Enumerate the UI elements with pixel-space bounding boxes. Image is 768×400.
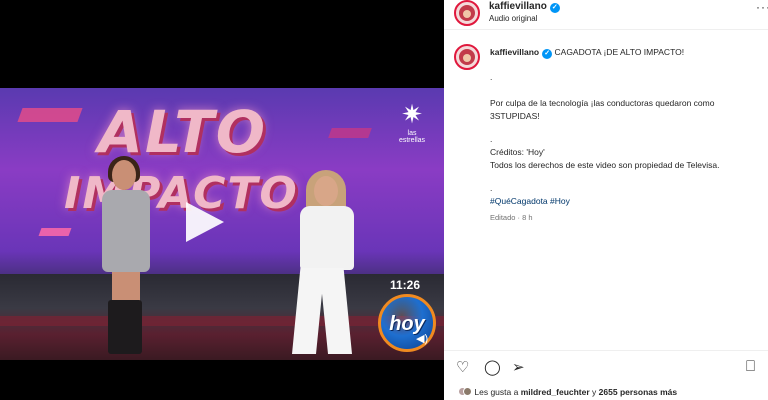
background-shard xyxy=(17,108,83,122)
likes-prefix: Les gusta a xyxy=(474,387,519,397)
instagram-post-modal: ALTO IMPACTO ✷ las estrellas 11:26 hoy ◀… xyxy=(0,0,768,400)
caption-rights: Todos los derechos de este video son pro… xyxy=(490,160,720,170)
caption-title: CAGADOTA ¡DE ALTO IMPACTO! xyxy=(554,47,685,57)
audio-label[interactable]: Audio original xyxy=(489,14,537,23)
post-header: kaffievillano✓ Audio original ··· xyxy=(444,0,768,30)
comment-icon[interactable]: ◯ xyxy=(484,358,501,376)
caption-avatar[interactable] xyxy=(454,44,480,70)
background-shard xyxy=(38,228,72,236)
channel-name: las estrellas xyxy=(398,130,426,144)
send-icon[interactable]: ➢ xyxy=(512,358,525,376)
caption-dot: . xyxy=(490,183,493,193)
avatar[interactable] xyxy=(454,0,480,26)
post-username[interactable]: kaffievillano ✓ xyxy=(489,1,560,13)
heart-icon[interactable]: ♡ xyxy=(456,358,469,376)
caption-credits: Créditos: 'Hoy' xyxy=(490,147,545,157)
edited-timestamp: Editado · 8 h xyxy=(490,213,533,222)
caption-hashtags[interactable]: #QuéCagadota #Hoy xyxy=(490,196,570,206)
likes-others[interactable]: 2655 personas más xyxy=(599,387,677,397)
verified-icon: ✓ xyxy=(549,3,560,13)
more-icon[interactable]: ··· xyxy=(756,0,768,14)
star-icon: ✷ xyxy=(401,99,423,129)
play-icon[interactable] xyxy=(186,202,224,242)
background-shard xyxy=(328,128,372,138)
likes-summary: Les gusta a mildred_feuchter y 2655 pers… xyxy=(458,387,677,397)
verified-icon: ✓ xyxy=(542,49,553,59)
video-panel[interactable]: ALTO IMPACTO ✷ las estrellas 11:26 hoy ◀… xyxy=(0,0,444,400)
volume-icon[interactable]: ◀) xyxy=(416,332,428,345)
video-duration: 11:26 xyxy=(390,278,421,292)
channel-watermark: ✷ las estrellas xyxy=(394,100,430,144)
caption-title-line: kaffievillano ✓ CAGADOTA ¡DE ALTO IMPACTO… xyxy=(490,47,684,59)
bookmark-icon[interactable]: ⎕ xyxy=(746,358,755,375)
caption-line-2: 3STUPIDAS! xyxy=(490,111,540,121)
actions-divider xyxy=(444,350,768,351)
post-sidebar: kaffievillano✓ Audio original ··· kaffie… xyxy=(444,0,768,400)
post-username-text[interactable]: kaffievillano xyxy=(489,1,547,12)
show-logo-impacto: IMPACTO xyxy=(64,168,299,219)
likes-connector: y xyxy=(592,387,597,397)
likes-user[interactable]: mildred_feuchter xyxy=(521,387,590,397)
caption-dot: . xyxy=(490,72,493,82)
caption-line-1: Por culpa de la tecnología ¡las conducto… xyxy=(490,98,715,108)
caption-dot: . xyxy=(490,134,493,144)
caption-username[interactable]: kaffievillano xyxy=(490,47,539,57)
liker-avatar xyxy=(463,387,472,396)
